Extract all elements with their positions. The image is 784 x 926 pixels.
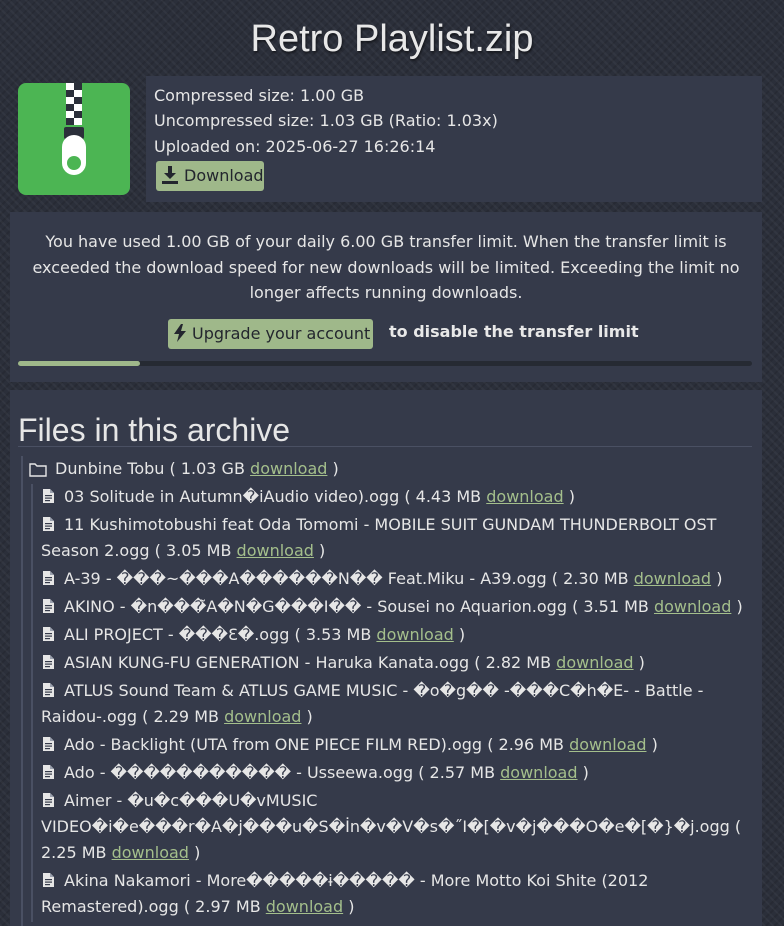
- folder-icon: [29, 463, 47, 477]
- transfer-limit-panel: You have used 1.00 GB of your daily 6.00…: [10, 212, 762, 382]
- file-size-close: ): [638, 653, 645, 672]
- folder-size: ( 1.03 GB: [169, 459, 245, 478]
- download-icon: [162, 166, 178, 184]
- file-size: ( 2.30 MB: [551, 569, 629, 588]
- file-item: ATLUS Sound Team & ATLUS GAME MUSIC - �o…: [33, 678, 753, 730]
- file-size: ( 2.96 MB: [487, 735, 565, 754]
- file-download-link[interactable]: download: [500, 763, 577, 782]
- file-size: ( 2.82 MB: [474, 653, 552, 672]
- file-item: 11 Kushimotobushi feat Oda Tomomi - MOBI…: [33, 512, 753, 564]
- document-icon: [43, 627, 54, 641]
- file-size-close: ): [736, 597, 743, 616]
- file-item: Aimer - �u�c���U�vMUSIC VIDEO�i�e���r�A�…: [33, 788, 753, 866]
- file-item: A-39 - ���~���A������N�� Feat.Miku - A39…: [33, 566, 753, 592]
- archive-files-panel: Files in this archive Dunbine Tobu ( 1.0…: [10, 390, 762, 926]
- document-icon: [43, 873, 54, 887]
- file-size-close: ): [306, 707, 313, 726]
- file-download-link[interactable]: download: [654, 597, 731, 616]
- file-size-close: ): [458, 625, 466, 644]
- file-name: 11 Kushimotobushi feat Oda Tomomi - MOBI…: [41, 515, 717, 560]
- file-size-close: ): [194, 843, 201, 862]
- document-icon: [43, 765, 54, 779]
- file-size-close: ): [651, 735, 658, 754]
- file-download-link[interactable]: download: [112, 843, 189, 862]
- file-name: A-39 - ���~���A������N�� Feat.Miku - A39…: [64, 569, 547, 588]
- file-item: Akina Nakamori - More�����ɨ����� - More …: [33, 868, 753, 920]
- document-icon: [43, 683, 54, 697]
- upload-date: Uploaded on: 2025-06-27 16:26:14: [154, 137, 436, 156]
- page-title: Retro Playlist.zip: [250, 18, 534, 60]
- file-item: 03 Solitude in Autumn�iAudio video).ogg …: [33, 484, 753, 510]
- file-download-link[interactable]: download: [237, 541, 314, 560]
- file-info-panel: Compressed size: 1.00 GB Uncompressed si…: [146, 76, 762, 202]
- folder-row[interactable]: Dunbine Tobu ( 1.03 GB download ): [29, 457, 339, 481]
- heading-divider: [18, 446, 752, 447]
- file-tree: Dunbine Tobu ( 1.03 GB download ) 03 Sol…: [21, 456, 754, 926]
- document-icon: [43, 599, 54, 613]
- file-item: AKINO - �n���̃A�N�G���I�� - Sousei no Aq…: [33, 594, 753, 620]
- file-size-close: ): [348, 897, 355, 916]
- file-size: ( 2.57 MB: [418, 763, 496, 782]
- file-size: ( 3.05 MB: [154, 541, 232, 560]
- file-name: Ado - ����������� - Usseewa.ogg: [64, 763, 414, 782]
- file-item: Ado - Backlight (UTA from ONE PIECE FILM…: [33, 732, 753, 758]
- file-size: ( 3.51 MB: [572, 597, 649, 616]
- document-icon: [43, 489, 54, 503]
- file-size-close: ): [568, 487, 575, 506]
- download-button-label: Download: [184, 166, 264, 185]
- file-name: AKINO - �n���̃A�N�G���I�� - Sousei no Aq…: [64, 597, 567, 616]
- transfer-notice: You have used 1.00 GB of your daily 6.00…: [32, 232, 740, 302]
- file-name: Ado - Backlight (UTA from ONE PIECE FILM…: [64, 735, 483, 754]
- file-size-close: ): [582, 763, 589, 782]
- file-item: ALI PROJECT - ���Ɛ�.ogg ( 3.53 MB downlo…: [33, 622, 753, 648]
- transfer-progress-bar: [18, 361, 752, 366]
- file-name: ATLUS Sound Team & ATLUS GAME MUSIC - �o…: [41, 681, 704, 726]
- file-item: ASIAN KUNG-FU GENERATION - Haruka Kanata…: [33, 650, 753, 676]
- document-icon: [43, 737, 54, 751]
- transfer-progress-fill: [18, 361, 141, 366]
- upgrade-button-label: Upgrade your account: [192, 324, 371, 343]
- file-size: ( 2.29 MB: [142, 707, 219, 726]
- upgrade-suffix-text: to disable the transfer limit: [389, 322, 639, 341]
- lightning-icon: [174, 324, 186, 342]
- file-name: Akina Nakamori - More�����ɨ����� - More …: [41, 871, 649, 916]
- zip-file-icon: [18, 83, 130, 195]
- file-size: ( 3.53 MB: [294, 625, 372, 644]
- compressed-size: Compressed size: 1.00 GB: [154, 86, 365, 105]
- file-size: ( 2.97 MB: [183, 897, 261, 916]
- file-name: Aimer - �u�c���U�vMUSIC VIDEO�i�e���r�A�…: [41, 791, 730, 836]
- file-name: ALI PROJECT - ���Ɛ�.ogg: [64, 625, 290, 644]
- file-download-link[interactable]: download: [569, 735, 646, 754]
- document-icon: [43, 517, 54, 531]
- uncompressed-size: Uncompressed size: 1.03 GB (Ratio: 1.03x…: [154, 111, 498, 130]
- files-heading: Files in this archive: [18, 412, 291, 448]
- file-list: 03 Solitude in Autumn�iAudio video).ogg …: [31, 484, 753, 922]
- file-name: 03 Solitude in Autumn�iAudio video).ogg: [64, 487, 400, 506]
- document-icon: [43, 793, 54, 807]
- file-item: Ado - ����������� - Usseewa.ogg ( 2.57 M…: [33, 760, 753, 786]
- folder-name: Dunbine Tobu: [55, 459, 165, 478]
- folder-download-link[interactable]: download: [250, 459, 327, 478]
- document-icon: [43, 655, 54, 669]
- file-download-link[interactable]: download: [376, 625, 453, 644]
- file-size-close: ): [319, 541, 326, 560]
- file-size: ( 4.43 MB: [404, 487, 482, 506]
- file-download-link[interactable]: download: [486, 487, 563, 506]
- file-download-link[interactable]: download: [266, 897, 343, 916]
- folder-size-close: ): [332, 459, 339, 478]
- file-size-close: ): [716, 569, 723, 588]
- file-download-link[interactable]: download: [634, 569, 711, 588]
- upgrade-account-button[interactable]: Upgrade your account: [168, 319, 373, 349]
- download-button[interactable]: Download: [156, 161, 264, 191]
- document-icon: [43, 571, 54, 585]
- file-download-link[interactable]: download: [224, 707, 301, 726]
- file-name: ASIAN KUNG-FU GENERATION - Haruka Kanata…: [64, 653, 470, 672]
- file-download-link[interactable]: download: [556, 653, 633, 672]
